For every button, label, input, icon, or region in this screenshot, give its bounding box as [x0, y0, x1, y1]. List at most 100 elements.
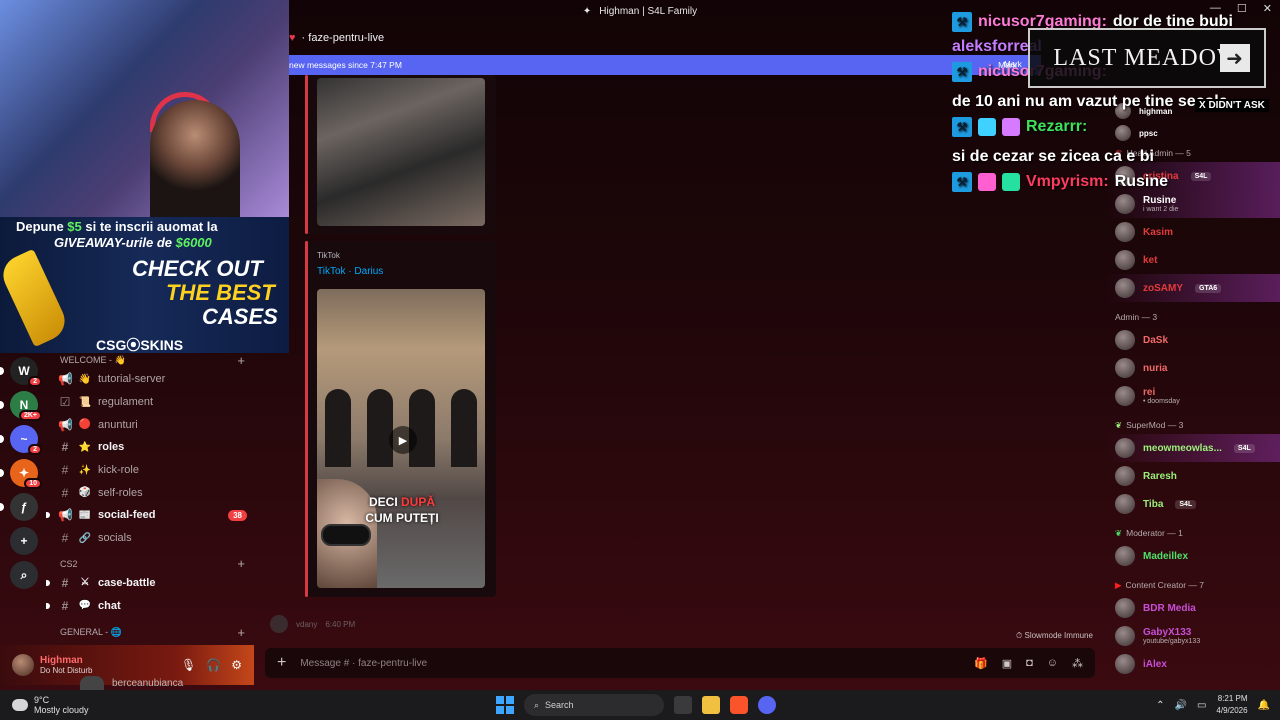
- volume-icon[interactable]: 🔊: [1175, 700, 1187, 711]
- embed-author-link[interactable]: TikTok · Darius: [308, 260, 496, 277]
- server-icon[interactable]: W2: [0, 357, 42, 387]
- category-cs2[interactable]: CS2 +: [48, 556, 253, 572]
- avatar[interactable]: [12, 654, 34, 676]
- member-item[interactable]: BDR Media: [1105, 594, 1280, 622]
- windows-taskbar: 9°C Mostly cloudy ⌕ Search ⌃ 🔊 ▭ 8:21 PM …: [0, 690, 1280, 720]
- sticker-icon[interactable]: ◘: [1026, 657, 1033, 670]
- hammer-badge-icon: ⚒: [952, 117, 972, 137]
- arch: [367, 389, 393, 467]
- user-info[interactable]: Highman Do Not Disturb: [40, 655, 92, 675]
- notifications-icon[interactable]: 🔔: [1258, 700, 1270, 711]
- channel-name: · faze-pentru-live: [301, 32, 385, 44]
- channel-self-roles[interactable]: # 🎲 self-roles: [48, 481, 253, 504]
- taskbar-search[interactable]: ⌕ Search: [524, 694, 664, 716]
- channel-social-feed[interactable]: 📢 📰 social-feed 38: [46, 504, 253, 527]
- member-item[interactable]: Tiba S4L: [1105, 490, 1280, 518]
- role-group-header: Admin — 3: [1115, 312, 1158, 322]
- user-status: Do Not Disturb: [40, 666, 93, 675]
- promo-headline: CHECK OUT THE BEST CASES: [132, 256, 278, 329]
- add-channel-icon[interactable]: +: [237, 353, 245, 368]
- member-item[interactable]: rei • doomsday: [1105, 382, 1280, 410]
- add-channel-icon[interactable]: +: [237, 556, 245, 571]
- member-avatar: [1115, 194, 1135, 214]
- role-group-header: ❦ SuperMod — 3: [1115, 419, 1184, 431]
- hammer-badge-icon: ⚒: [952, 172, 972, 192]
- username: Highman: [40, 655, 83, 666]
- hash-icon: #: [61, 440, 69, 455]
- member-item[interactable]: zoSAMY GTA6: [1105, 274, 1280, 302]
- webcam-overlay: [0, 0, 289, 217]
- add-server-icon[interactable]: +: [10, 527, 38, 555]
- role-group-header: ❦ Moderator — 1: [1115, 527, 1183, 539]
- message-input[interactable]: Message # · faze-pentru-live: [300, 658, 427, 669]
- headphones-icon[interactable]: 🎧: [206, 658, 221, 672]
- add-channel-icon[interactable]: +: [237, 625, 245, 640]
- message-composer[interactable]: + Message # · faze-pentru-live 🎁 ▣ ◘ ☺ ⁂: [265, 648, 1095, 678]
- window-title: Highman | S4L Family: [599, 5, 698, 17]
- windows-start-icon[interactable]: [496, 696, 514, 714]
- streamer: [150, 100, 240, 217]
- member-item[interactable]: DaSk: [1105, 326, 1280, 354]
- server-folder-icon[interactable]: N 2K+: [0, 391, 42, 421]
- channel-case-battle[interactable]: # ⚔ case-battle: [46, 572, 253, 595]
- server-icon[interactable]: ✦ 10: [0, 459, 42, 489]
- channel-tutorial-server[interactable]: 📢 👋 tutorial-server: [48, 368, 253, 391]
- taskbar-apps: ⌕ Search: [496, 694, 776, 716]
- channel-roles[interactable]: # ⭐ roles: [48, 436, 253, 459]
- x-didnt-ask-label: X DIDN'T ASK: [1195, 99, 1269, 112]
- cloud-icon: [12, 699, 28, 711]
- file-explorer-icon[interactable]: [702, 696, 720, 714]
- apps-icon[interactable]: ⁂: [1072, 657, 1083, 670]
- embed-thumbnail[interactable]: [317, 78, 485, 226]
- chevron-up-icon[interactable]: ⌃: [1156, 700, 1164, 711]
- category-welcome[interactable]: WELCOME - 👋 +: [48, 352, 253, 368]
- member-item[interactable]: nuria: [1105, 354, 1280, 382]
- sunglasses: [321, 524, 371, 546]
- sponsor-banner: Depune $5 si te inscrii auomat la GIVEAW…: [0, 217, 289, 353]
- server-icon[interactable]: ~2: [0, 425, 42, 455]
- member-item[interactable]: GabyX133 youtube/gabyx133: [1105, 622, 1280, 650]
- add-attachment-icon[interactable]: +: [277, 654, 286, 672]
- channel-kick-role[interactable]: # ✨ kick-role: [48, 459, 253, 482]
- server-icon[interactable]: ƒ: [0, 493, 38, 521]
- gif-icon[interactable]: ▣: [1002, 657, 1012, 670]
- arch: [409, 389, 435, 467]
- unread-pill: [0, 367, 4, 375]
- discord-icon[interactable]: [758, 696, 776, 714]
- brave-browser-icon[interactable]: [730, 696, 748, 714]
- member-item[interactable]: meowmeowlas... S4L: [1105, 434, 1280, 462]
- microphone-icon[interactable]: 🎙: [181, 658, 196, 672]
- emoji-icon[interactable]: ☺: [1047, 657, 1058, 670]
- new-messages-bar[interactable]: new messages since 7:47 PM Mark: [289, 55, 1041, 75]
- message-author: vdany: [296, 619, 318, 629]
- promo-line-1: Depune $5 si te inscrii auomat la: [16, 219, 218, 234]
- channel-regulament[interactable]: ☑ 📜 regulament: [48, 391, 253, 414]
- gift-icon[interactable]: 🎁: [974, 657, 988, 670]
- hash-icon: #: [61, 598, 69, 613]
- member-item[interactable]: Raresh: [1105, 462, 1280, 490]
- member-item[interactable]: iAlex: [1105, 650, 1280, 678]
- play-icon[interactable]: ▶: [389, 426, 417, 454]
- channel-socials[interactable]: # 🔗 socials: [48, 527, 253, 550]
- video-thumbnail[interactable]: ▶ DECI DUPĂ CUM PUTEȚI: [317, 289, 485, 588]
- member-item[interactable]: ket: [1105, 246, 1280, 274]
- clock[interactable]: 8:21 PM 4/9/2026: [1216, 693, 1247, 717]
- hammer-badge-icon: ⚒: [952, 12, 972, 32]
- category-general[interactable]: GENERAL - 🌐 +: [48, 625, 253, 641]
- member-avatar: [1115, 250, 1135, 270]
- weather-widget[interactable]: 9°C Mostly cloudy: [0, 695, 89, 715]
- network-icon[interactable]: ▭: [1197, 700, 1206, 711]
- new-messages-text: new messages since 7:47 PM: [289, 60, 402, 70]
- server-tag: S4L: [1175, 499, 1197, 509]
- channel-anunturi[interactable]: 📢 🔴 anunturi: [48, 413, 253, 436]
- announcement-icon: 📢: [58, 417, 73, 432]
- member-item[interactable]: Madeillex: [1105, 542, 1280, 570]
- discover-icon[interactable]: ⌕: [10, 561, 38, 589]
- system-tray: ⌃ 🔊 ▭ 8:21 PM 4/9/2026 🔔: [1156, 693, 1270, 717]
- task-view-icon[interactable]: [674, 696, 692, 714]
- channel-chat[interactable]: # 💬 chat: [46, 594, 253, 617]
- member-item[interactable]: Kasim: [1105, 218, 1280, 246]
- member-avatar: [1115, 546, 1135, 566]
- settings-gear-icon[interactable]: ⚙: [231, 658, 242, 672]
- video-caption: DECI DUPĂ CUM PUTEȚI: [365, 495, 439, 525]
